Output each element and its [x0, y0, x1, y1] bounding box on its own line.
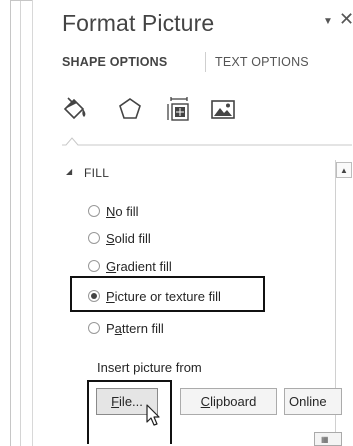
online-button[interactable]: Online — [284, 388, 342, 415]
scroll-up-icon[interactable]: ▲ — [336, 162, 352, 178]
gradient-fill-radio[interactable]: Gradient fill — [88, 256, 172, 276]
radio-label[interactable]: Solid fill — [106, 231, 151, 246]
selected-tab-indicator — [62, 133, 352, 146]
close-icon[interactable]: ✕ — [339, 9, 353, 30]
tab-text-options[interactable]: TEXT OPTIONS — [215, 55, 309, 69]
radio-button[interactable] — [88, 322, 100, 334]
image-options-button[interactable]: ▦ — [314, 432, 342, 446]
effects-icon[interactable] — [115, 94, 145, 124]
clipboard-button[interactable]: Clipboard — [180, 388, 277, 415]
document-edge-line — [20, 0, 21, 446]
radio-label[interactable]: Gradient fill — [106, 259, 172, 274]
radio-button[interactable] — [88, 232, 100, 244]
document-edge — [0, 0, 30, 446]
pattern-fill-radio[interactable]: Pattern fill — [88, 318, 164, 338]
picture-icon[interactable] — [208, 94, 238, 124]
no-fill-radio[interactable]: No fill — [88, 201, 139, 221]
task-pane-options-icon[interactable]: ▼ — [323, 16, 333, 27]
expand-arrow-icon[interactable]: ◢ — [66, 167, 72, 176]
radio-label[interactable]: Pattern fill — [106, 321, 164, 336]
radio-button[interactable] — [88, 260, 100, 272]
annotation-highlight-box — [70, 276, 265, 312]
tab-shape-options[interactable]: SHAPE OPTIONS — [62, 55, 167, 69]
pane-border — [32, 0, 33, 446]
size-properties-icon[interactable] — [164, 94, 194, 124]
document-edge-top — [10, 0, 32, 1]
radio-button[interactable] — [88, 205, 100, 217]
radio-label[interactable]: No fill — [106, 204, 139, 219]
tab-separator — [205, 52, 206, 72]
fill-section-header[interactable]: FILL — [84, 166, 109, 180]
pane-title: Format Picture — [62, 10, 215, 36]
image-options-icon: ▦ — [321, 435, 329, 444]
fill-line-icon[interactable] — [60, 94, 90, 124]
insert-picture-from-label: Insert picture from — [97, 360, 202, 375]
document-edge-line — [10, 0, 11, 446]
solid-fill-radio[interactable]: Solid fill — [88, 228, 151, 248]
mouse-pointer-icon — [146, 404, 162, 428]
